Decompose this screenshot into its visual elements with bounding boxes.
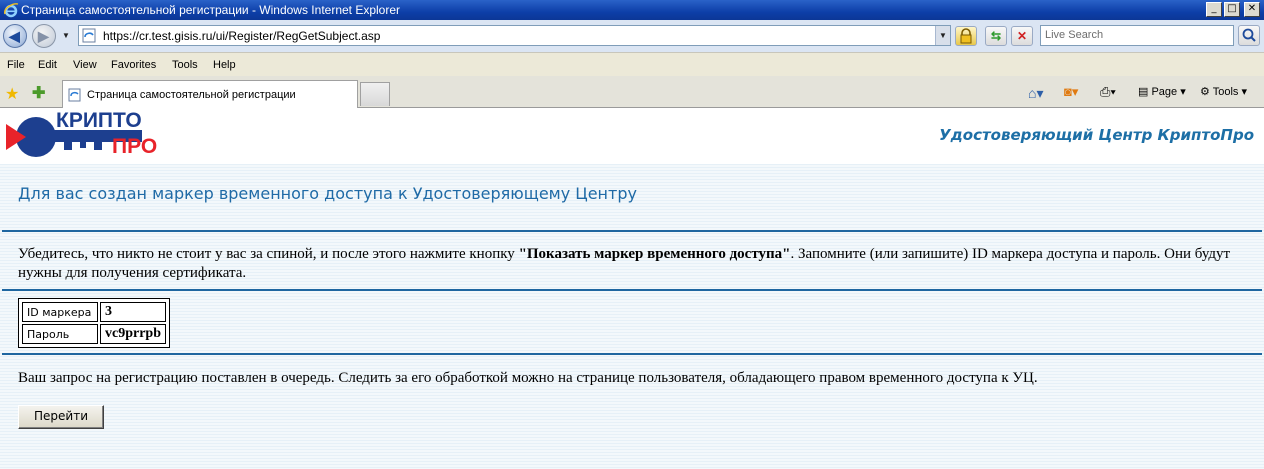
recent-pages-dropdown-icon[interactable]: ▼ xyxy=(62,31,70,40)
password-value: vc9prrpb xyxy=(100,324,166,344)
divider xyxy=(2,289,1262,291)
address-dropdown-icon[interactable]: ▼ xyxy=(935,26,950,45)
token-id-value: 3 xyxy=(100,302,166,322)
stop-icon: ✕ xyxy=(1016,29,1028,43)
logo-text-line1: КРИПТО xyxy=(56,109,142,132)
forward-arrow-icon: ▶ xyxy=(38,28,49,44)
divider xyxy=(2,230,1262,232)
lock-icon xyxy=(960,28,972,44)
menu-edit[interactable]: Edit xyxy=(38,59,57,71)
show-token-button-reference: "Показать маркер временного доступа" xyxy=(518,246,791,262)
new-tab-button[interactable] xyxy=(360,82,390,106)
page-menu-label: Page xyxy=(1151,86,1178,98)
tab-active[interactable]: Страница самостоятельной регистрации xyxy=(62,80,358,108)
back-button[interactable]: ◀ xyxy=(3,24,27,48)
table-row: ID маркера 3 xyxy=(22,302,166,322)
refresh-button[interactable]: ⇆ xyxy=(985,26,1007,46)
tab-bar: ★ ✚ Страница самостоятельной регистрации… xyxy=(0,76,1264,108)
logo-text-line2: ПРО xyxy=(112,135,157,158)
search-placeholder: Live Search xyxy=(1045,29,1104,41)
add-favorite-icon[interactable]: ✚ xyxy=(32,83,45,103)
favorites-center-icon[interactable]: ★ xyxy=(5,84,19,104)
go-button[interactable]: Перейти xyxy=(18,405,104,429)
maximize-button[interactable]: □ xyxy=(1224,2,1240,17)
menu-favorites[interactable]: Favorites xyxy=(111,59,156,71)
page-icon xyxy=(68,88,81,102)
address-input[interactable]: https://cr.test.gisis.ru/ui/Register/Reg… xyxy=(78,25,951,46)
internet-explorer-icon xyxy=(4,3,19,18)
menu-bar: File Edit View Favorites Tools Help xyxy=(0,52,1264,76)
window-title: Страница самостоятельной регистрации - W… xyxy=(21,3,401,17)
security-lock-button[interactable] xyxy=(955,26,977,46)
queue-status-text: Ваш запрос на регистрацию поставлен в оч… xyxy=(18,370,1038,386)
minimize-button[interactable]: _ xyxy=(1206,2,1222,17)
stop-button[interactable]: ✕ xyxy=(1011,26,1033,46)
menu-file[interactable]: File xyxy=(7,59,25,71)
password-label: Пароль xyxy=(22,324,98,344)
close-window-button[interactable]: ✕ xyxy=(1244,2,1260,17)
feeds-icon[interactable]: ◙▾ xyxy=(1064,84,1078,100)
search-icon xyxy=(1242,28,1256,42)
home-icon[interactable]: ⌂▾ xyxy=(1028,85,1043,102)
token-id-label: ID маркера xyxy=(22,302,98,322)
page-header: КРИПТО ПРО Удостоверяющий Центр КриптоПр… xyxy=(0,108,1264,164)
tools-menu-label: Tools xyxy=(1212,86,1239,98)
credentials-table: ID маркера 3 Пароль vc9prrpb xyxy=(18,298,170,348)
cryptopro-logo: КРИПТО ПРО xyxy=(6,109,157,158)
tab-title: Страница самостоятельной регистрации xyxy=(87,89,296,101)
instruction-before: Убедитесь, что никто не стоит у вас за с… xyxy=(18,246,519,262)
menu-tools[interactable]: Tools xyxy=(172,59,198,71)
page-menu[interactable]: ▤ Page ▾ xyxy=(1138,85,1186,98)
refresh-icon: ⇆ xyxy=(990,29,1002,43)
print-icon[interactable]: ⎙▾ xyxy=(1100,84,1116,100)
menu-view[interactable]: View xyxy=(73,59,97,71)
page-content: КРИПТО ПРО Удостоверяющий Центр КриптоПр… xyxy=(0,108,1264,469)
table-row: Пароль vc9prrpb xyxy=(22,324,166,344)
forward-button[interactable]: ▶ xyxy=(32,24,56,48)
page-icon xyxy=(82,28,96,43)
address-toolbar: ◀ ▶ ▼ https://cr.test.gisis.ru/ui/Regist… xyxy=(0,20,1264,52)
search-input[interactable]: Live Search xyxy=(1040,25,1234,46)
search-button[interactable] xyxy=(1238,25,1260,46)
instruction-text: Убедитесь, что никто не стоит у вас за с… xyxy=(18,245,1258,283)
window-title-bar: Страница самостоятельной регистрации - W… xyxy=(0,0,1264,20)
page-heading: Для вас создан маркер временного доступа… xyxy=(18,184,637,203)
menu-help[interactable]: Help xyxy=(213,59,236,71)
divider xyxy=(2,353,1262,355)
certification-center-name: Удостоверяющий Центр КриптоПро xyxy=(939,126,1254,144)
tools-menu[interactable]: ⚙ Tools ▾ xyxy=(1200,85,1247,98)
back-arrow-icon: ◀ xyxy=(9,28,20,44)
url-text: https://cr.test.gisis.ru/ui/Register/Reg… xyxy=(103,29,381,43)
